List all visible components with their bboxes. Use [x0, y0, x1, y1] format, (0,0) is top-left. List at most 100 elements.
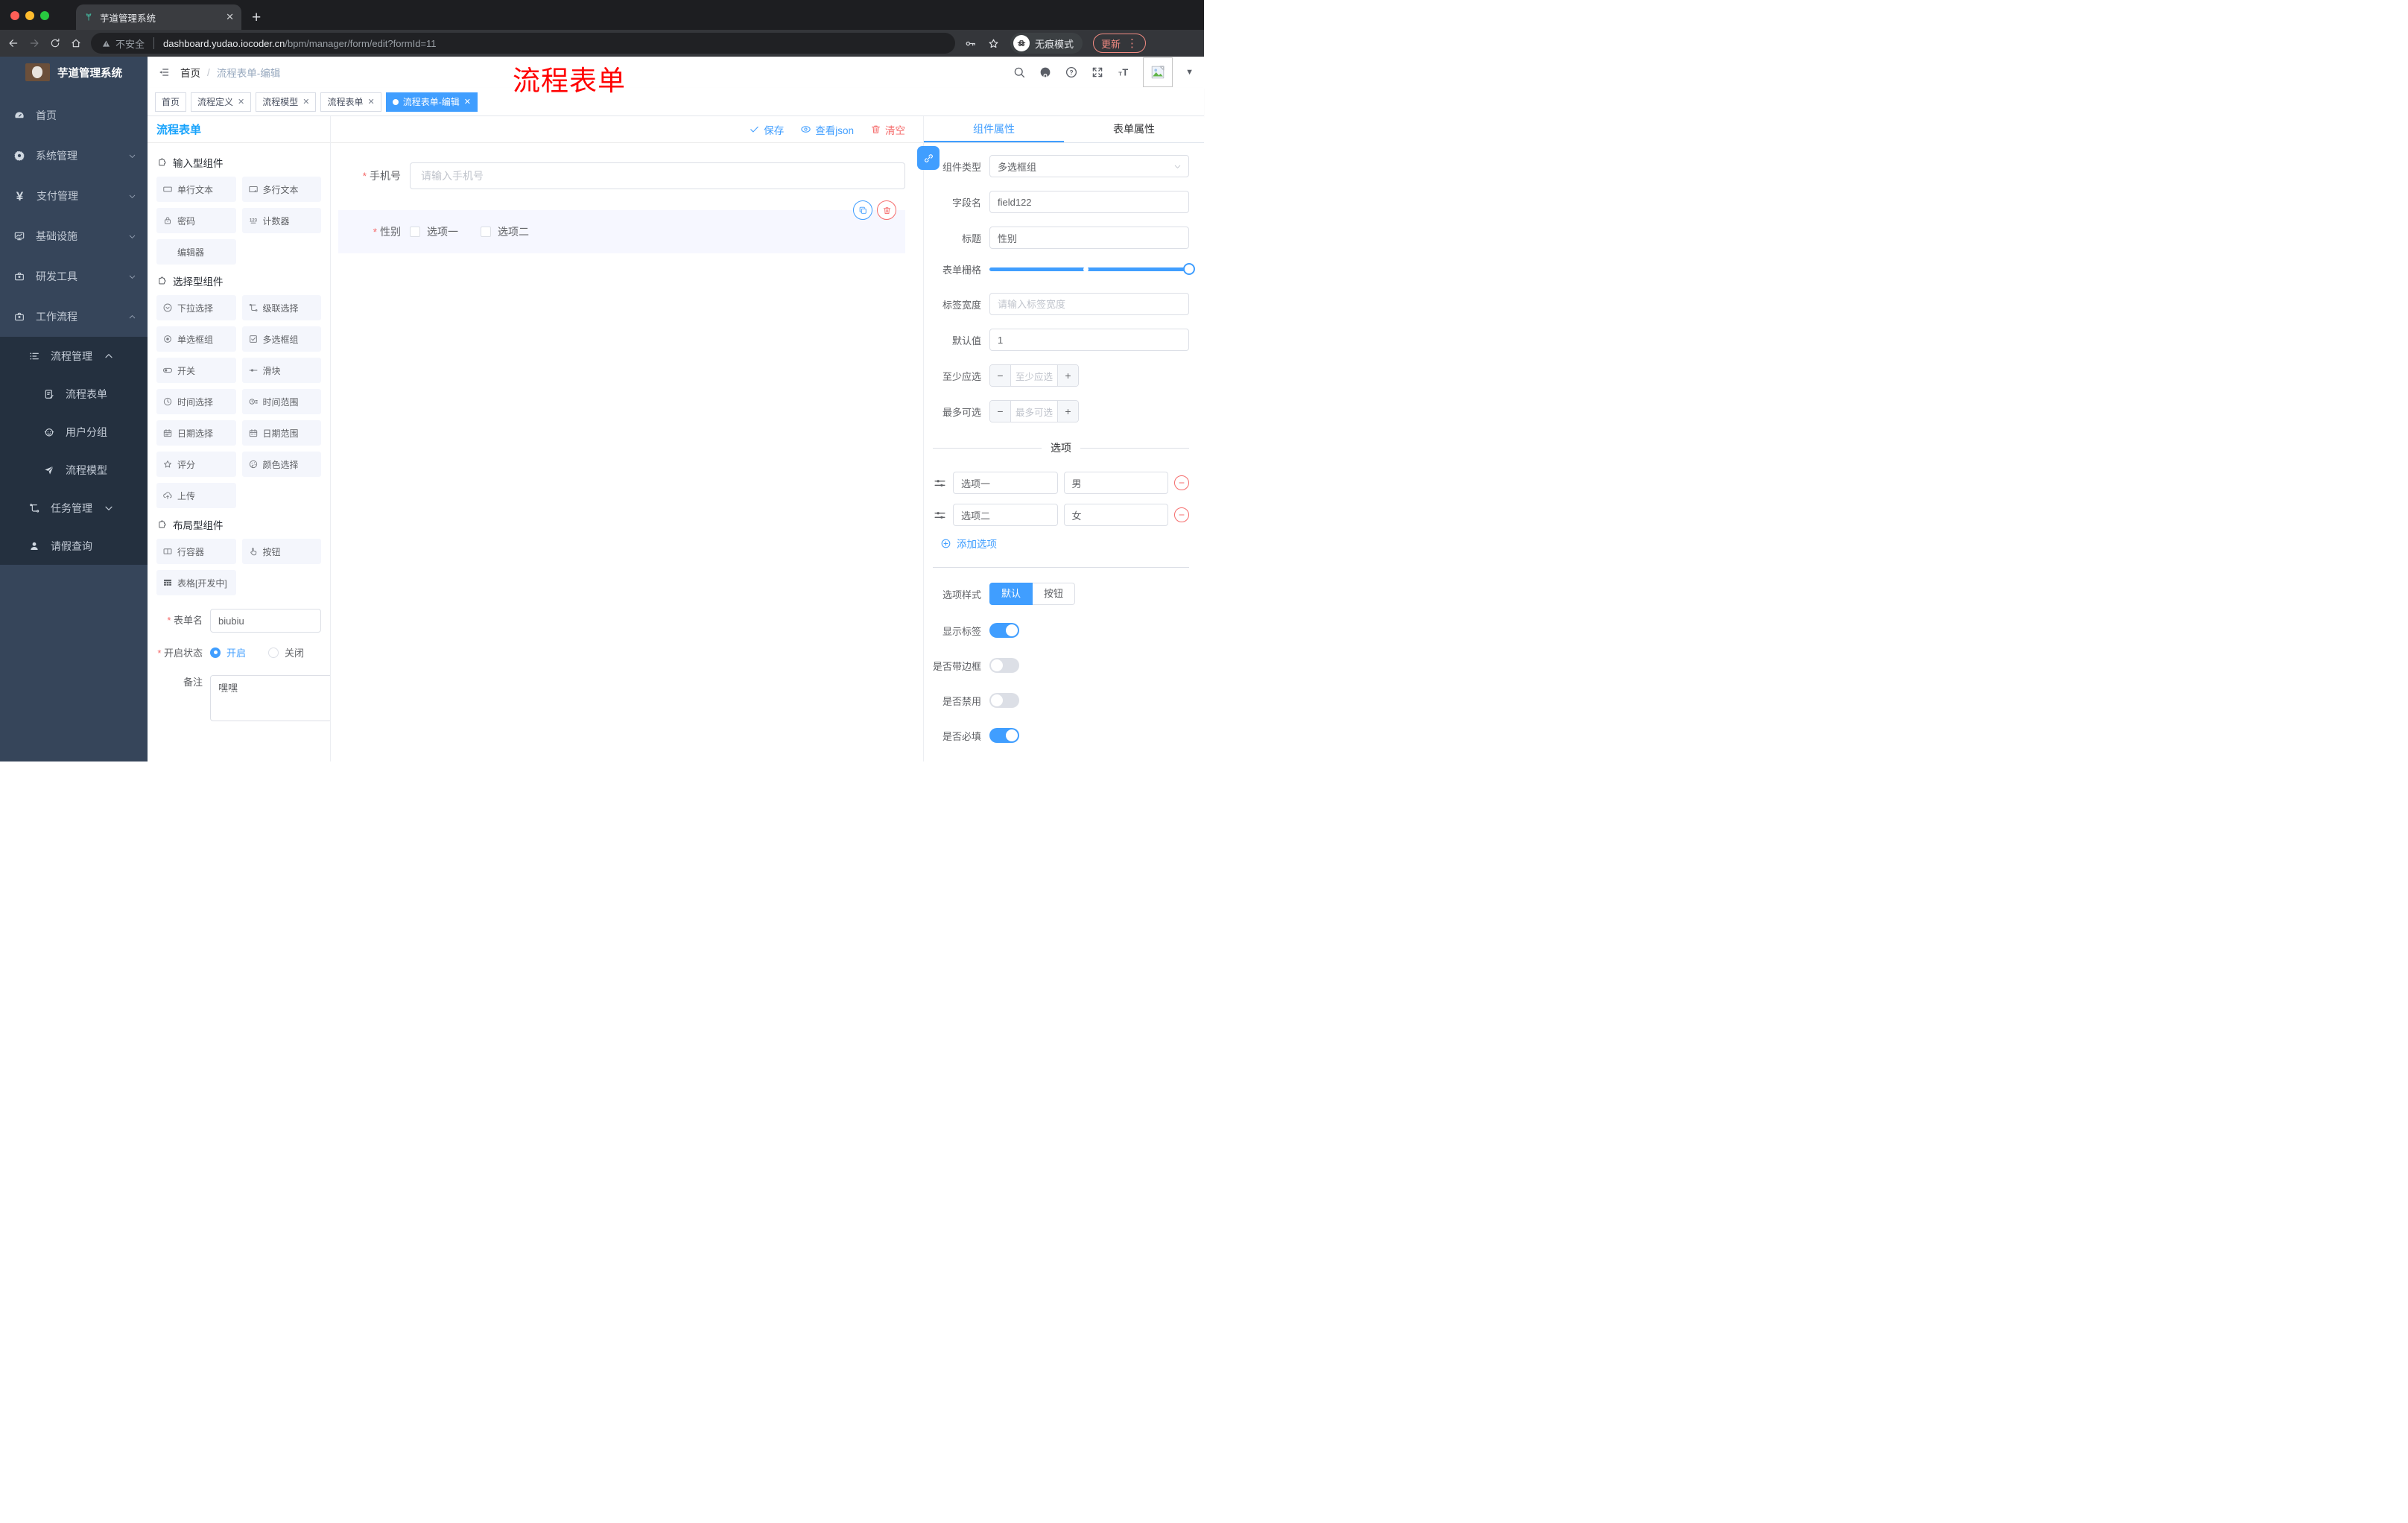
field-name-input[interactable] [989, 191, 1189, 213]
clear-button[interactable]: 清空 [870, 122, 905, 137]
tag-process-definition[interactable]: 流程定义 ✕ [191, 92, 252, 112]
address-bar[interactable]: 不安全 dashboard.yudao.iocoder.cn/bpm/manag… [91, 33, 955, 54]
sidebar-item-process-model[interactable]: 流程模型 [0, 451, 148, 489]
style-button-button[interactable]: 按钮 [1033, 583, 1076, 605]
component-radio-group[interactable]: 单选框组 [156, 326, 236, 352]
stepper-placeholder[interactable]: 至少应选 [1011, 365, 1057, 386]
component-time-range[interactable]: 时间范围 [241, 389, 321, 414]
tag-process-model[interactable]: 流程模型 ✕ [256, 92, 317, 112]
radio-on-icon[interactable] [210, 647, 221, 658]
radio-off-label[interactable]: 关闭 [285, 645, 304, 659]
component-type-select[interactable]: 多选框组 [989, 155, 1189, 177]
sidebar-item-home[interactable]: 首页 [0, 95, 148, 136]
tag-process-form-edit[interactable]: 流程表单-编辑 ✕ [385, 92, 478, 112]
home-icon[interactable] [70, 37, 82, 49]
sidebar-collapse-icon[interactable] [158, 66, 170, 78]
sidebar-item-workflow[interactable]: 工作流程 [0, 297, 148, 337]
slider-handle[interactable] [1183, 263, 1195, 275]
tag-close-icon[interactable]: ✕ [302, 97, 309, 107]
tab-form-props[interactable]: 表单属性 [1064, 116, 1204, 142]
component-table-dev[interactable]: 表格[开发中] [156, 570, 236, 595]
avatar-dropdown-icon[interactable]: ▼ [1185, 68, 1194, 77]
reload-icon[interactable] [49, 37, 61, 49]
form-remark-textarea[interactable]: 嘿嘿 [210, 675, 330, 721]
sidebar-item-payment[interactable]: ¥ 支付管理 [0, 176, 148, 216]
window-controls[interactable] [0, 11, 60, 30]
component-checkbox-group[interactable]: 多选框组 [241, 326, 321, 352]
component-button[interactable]: 按钮 [241, 539, 321, 564]
sidebar-item-leave-query[interactable]: 请假查询 [0, 527, 148, 565]
sidebar-item-devtools[interactable]: 研发工具 [0, 256, 148, 297]
component-multi-line-text[interactable]: 多行文本 [241, 177, 321, 202]
component-row-container[interactable]: 行容器 [156, 539, 236, 564]
component-date-range[interactable]: 日期范围 [241, 420, 321, 446]
grid-slider[interactable] [989, 263, 1195, 276]
option-value-input[interactable] [1063, 504, 1168, 526]
increase-button[interactable]: + [1057, 401, 1078, 422]
tag-close-icon[interactable]: ✕ [368, 97, 375, 107]
browser-tab[interactable]: 芋道管理系统 ✕ [76, 4, 241, 30]
sidebar-logo[interactable]: 芋道管理系统 [0, 57, 148, 88]
component-switch[interactable]: 开关 [156, 358, 236, 383]
border-toggle[interactable] [989, 658, 1019, 673]
back-icon[interactable] [7, 37, 19, 49]
font-size-icon[interactable]: TT [1117, 66, 1130, 79]
sidebar-item-system[interactable]: 系统管理 [0, 136, 148, 176]
add-option-button[interactable]: 添加选项 [940, 536, 1189, 551]
insecure-warning[interactable]: 不安全 [101, 37, 145, 51]
component-date-picker[interactable]: 日期选择 [156, 420, 236, 446]
drag-handle-icon[interactable] [933, 508, 947, 522]
sidebar-item-task-manage[interactable]: 任务管理 [0, 489, 148, 527]
phone-field[interactable]: 手机号 [338, 162, 905, 189]
component-select[interactable]: 下拉选择 [156, 295, 236, 320]
checkbox-icon[interactable] [481, 227, 491, 237]
label-width-input[interactable] [989, 293, 1189, 315]
breadcrumb-home[interactable]: 首页 [180, 65, 200, 80]
minimize-window-button[interactable] [25, 11, 34, 20]
phone-input[interactable] [410, 162, 905, 189]
gender-option-1[interactable]: 选项一 [410, 224, 458, 239]
component-upload[interactable]: 上传 [156, 483, 236, 508]
sidebar-item-infra[interactable]: 基础设施 [0, 216, 148, 256]
browser-update-button[interactable]: 更新 ⋮ [1093, 34, 1147, 53]
tag-close-icon[interactable]: ✕ [238, 97, 244, 107]
component-password[interactable]: 密码 [156, 208, 236, 233]
tab-component-props[interactable]: 组件属性 [924, 116, 1064, 142]
sidebar-item-user-group[interactable]: 用户分组 [0, 413, 148, 451]
link-handle-button[interactable] [917, 146, 940, 170]
component-cascader[interactable]: 级联选择 [241, 295, 321, 320]
decrease-button[interactable]: − [990, 401, 1011, 422]
forward-icon[interactable] [28, 37, 40, 49]
close-window-button[interactable] [10, 11, 19, 20]
radio-on-label[interactable]: 开启 [226, 645, 246, 659]
option-name-input[interactable] [953, 504, 1058, 526]
fullscreen-icon[interactable] [1091, 66, 1104, 79]
component-editor[interactable]: 编辑器 [156, 239, 236, 265]
title-input[interactable] [989, 227, 1189, 249]
style-default-button[interactable]: 默认 [989, 583, 1033, 605]
delete-component-button[interactable] [877, 200, 896, 220]
tab-close-icon[interactable]: ✕ [226, 11, 234, 23]
default-value-input[interactable] [989, 329, 1189, 351]
copy-component-button[interactable] [853, 200, 872, 220]
tag-process-form[interactable]: 流程表单 ✕ [320, 92, 381, 112]
password-key-icon[interactable] [964, 37, 977, 50]
component-color-picker[interactable]: 颜色选择 [241, 452, 321, 477]
sidebar-item-process-manage[interactable]: 流程管理 [0, 337, 148, 375]
search-icon[interactable] [1013, 66, 1026, 79]
gender-field-selected[interactable]: 性别 选项一 选项二 [338, 200, 905, 253]
show-label-toggle[interactable] [989, 623, 1019, 638]
sidebar-item-process-form[interactable]: 流程表单 [0, 375, 148, 413]
browser-menu-icon[interactable]: ⋮ [1127, 37, 1138, 50]
avatar[interactable] [1143, 57, 1173, 87]
remove-option-button[interactable] [1174, 507, 1189, 522]
tag-home[interactable]: 首页 [155, 92, 187, 112]
component-slider[interactable]: 滑块 [241, 358, 321, 383]
slider-track[interactable] [989, 263, 1195, 275]
option-value-input[interactable] [1063, 472, 1168, 494]
bookmark-star-icon[interactable] [987, 37, 1000, 50]
component-counter[interactable]: 123 计数器 [241, 208, 321, 233]
new-tab-button[interactable]: + [252, 9, 261, 27]
increase-button[interactable]: + [1057, 365, 1078, 386]
component-rate[interactable]: 评分 [156, 452, 236, 477]
